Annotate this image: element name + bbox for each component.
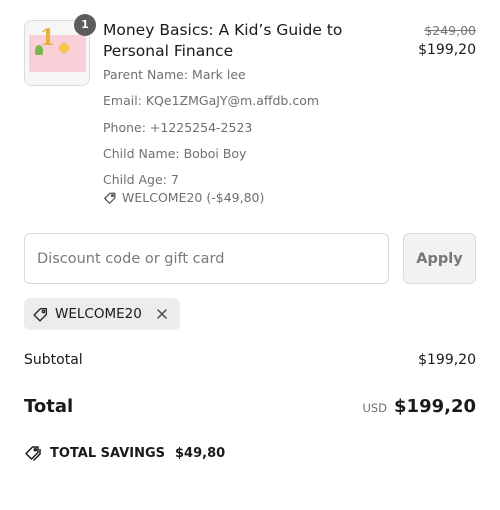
savings-value: $49,80 xyxy=(175,445,226,461)
coin-graphic xyxy=(59,43,69,53)
total-label: Total xyxy=(24,396,74,417)
tag-icon xyxy=(33,307,48,322)
plant-graphic xyxy=(35,45,43,55)
cart-line-item: 1 1 Money Basics: A Kid’s Guide to Perso… xyxy=(24,14,476,210)
item-discount: WELCOME20 (-$49,80) xyxy=(103,190,264,205)
product-title: Money Basics: A Kid’s Guide to Personal … xyxy=(103,21,343,60)
total-savings: TOTAL SAVINGS $49,80 xyxy=(24,444,225,462)
item-discount-text: WELCOME20 (-$49,80) xyxy=(122,190,265,205)
email: Email: KQe1ZMGaJY@m.affdb.com xyxy=(103,93,320,108)
apply-button[interactable]: Apply xyxy=(403,233,476,284)
tag-icon xyxy=(104,192,116,204)
discount-code-input[interactable] xyxy=(24,233,389,284)
applied-discount-chip: WELCOME20 xyxy=(24,298,180,330)
applied-code-label: WELCOME20 xyxy=(55,306,142,322)
phone: Phone: +1225254-2523 xyxy=(103,120,253,135)
currency-code: USD xyxy=(362,401,388,415)
parent-name: Parent Name: Mark lee xyxy=(103,67,246,82)
subtotal-label: Subtotal xyxy=(24,352,83,368)
tags-icon xyxy=(25,446,41,462)
total-amount: USD $199,20 xyxy=(362,396,476,417)
subtotal-value: $199,20 xyxy=(418,352,476,368)
total-value: $199,20 xyxy=(394,396,476,417)
child-name: Child Name: Boboi Boy xyxy=(103,146,247,161)
original-price: $249,00 xyxy=(424,23,476,38)
close-icon[interactable] xyxy=(154,306,170,322)
savings-label: TOTAL SAVINGS xyxy=(50,445,166,461)
child-age: Child Age: 7 xyxy=(103,172,179,187)
current-price: $199,20 xyxy=(418,42,476,58)
quantity-badge: 1 xyxy=(74,14,96,36)
